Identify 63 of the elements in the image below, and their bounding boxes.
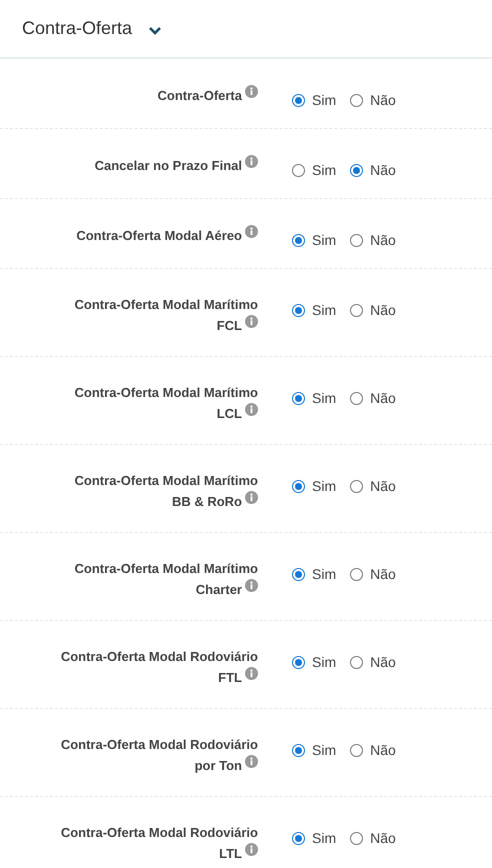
- radio-option[interactable]: Sim: [292, 654, 336, 670]
- setting-label: Contra-Oferta Modal Rodoviário LTL: [60, 824, 258, 863]
- radio-option[interactable]: Não: [350, 390, 396, 406]
- radio-icon: [350, 392, 364, 404]
- radio-selected-icon: [292, 234, 305, 246]
- radio-selected-icon: [350, 164, 364, 176]
- radio-selected-icon: [292, 304, 305, 316]
- info-icon[interactable]: [245, 403, 258, 416]
- radio-selected-icon: [292, 480, 305, 492]
- setting-label: Contra-Oferta Modal Aéreo: [76, 225, 258, 246]
- radio-icon: [350, 568, 364, 580]
- radio-selected-icon: [292, 94, 305, 106]
- radio-option[interactable]: Não: [350, 742, 396, 758]
- setting-label: Contra-Oferta Modal Marítimo FCL: [74, 296, 258, 335]
- radio-icon: [292, 164, 305, 176]
- radio-selected-icon: [292, 832, 305, 844]
- setting-label: Contra-Oferta Modal Marítimo BB & RoRo: [74, 472, 258, 511]
- radio-option[interactable]: Sim: [292, 390, 336, 406]
- radio-selected-icon: [292, 392, 305, 404]
- info-icon[interactable]: [245, 491, 258, 504]
- radio-selected-icon: [292, 744, 305, 756]
- info-icon[interactable]: [245, 667, 258, 680]
- radio-option[interactable]: Não: [350, 302, 396, 318]
- radio-option[interactable]: Não: [350, 92, 396, 108]
- setting-label: Contra-Oferta Modal Marítimo LCL: [74, 384, 258, 423]
- radio-icon: [350, 744, 364, 756]
- info-icon[interactable]: [245, 155, 258, 168]
- radio-option[interactable]: Sim: [292, 302, 336, 318]
- radio-icon: [350, 304, 364, 316]
- radio-option[interactable]: Não: [350, 162, 396, 178]
- radio-option[interactable]: Sim: [292, 742, 336, 758]
- radio-selected-icon: [292, 656, 305, 668]
- chevron-down-icon[interactable]: [148, 26, 162, 36]
- info-icon[interactable]: [245, 315, 258, 328]
- info-icon[interactable]: [245, 755, 258, 768]
- section-header[interactable]: Contra-Oferta: [0, 0, 492, 59]
- radio-icon: [350, 832, 364, 844]
- radio-option[interactable]: Não: [350, 566, 396, 582]
- radio-option[interactable]: Não: [350, 654, 396, 670]
- radio-option[interactable]: Sim: [292, 830, 336, 846]
- setting-label: Contra-Oferta Modal Marítimo Charter: [74, 560, 258, 599]
- radio-icon: [350, 234, 364, 246]
- info-icon[interactable]: [245, 225, 258, 238]
- radio-selected-icon: [292, 568, 305, 580]
- radio-option[interactable]: Não: [350, 232, 396, 248]
- radio-option[interactable]: Não: [350, 478, 396, 494]
- section-title: Contra-Oferta: [22, 18, 132, 39]
- radio-option[interactable]: Não: [350, 830, 396, 846]
- setting-label: Contra-Oferta Modal Rodoviário por Ton: [60, 736, 258, 775]
- radio-icon: [350, 94, 364, 106]
- radio-option[interactable]: Sim: [292, 92, 336, 108]
- setting-label: Contra-Oferta Modal Rodoviário FTL: [60, 648, 258, 687]
- radio-icon: [350, 480, 364, 492]
- radio-option[interactable]: Sim: [292, 566, 336, 582]
- setting-label: Cancelar no Prazo Final: [94, 155, 258, 176]
- radio-icon: [350, 656, 364, 668]
- radio-option[interactable]: Sim: [292, 162, 336, 178]
- radio-option[interactable]: Sim: [292, 478, 336, 494]
- info-icon[interactable]: [245, 843, 258, 856]
- setting-label: Contra-Oferta: [157, 85, 258, 106]
- info-icon[interactable]: [245, 579, 258, 592]
- radio-option[interactable]: Sim: [292, 232, 336, 248]
- info-icon[interactable]: [245, 85, 258, 98]
